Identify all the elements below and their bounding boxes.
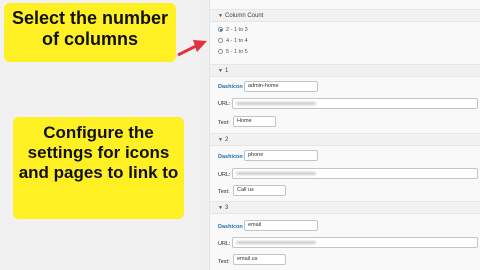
caret-down-icon: ▼ (218, 13, 223, 19)
radio-label-5-columns: 5 - 1 to 5 (226, 49, 248, 55)
dashicon-label: Dashicon (218, 154, 243, 160)
text-input-2[interactable]: Call us (233, 185, 286, 196)
dashicon-label: Dashicon (218, 84, 243, 90)
column-count-title: Column Count (225, 13, 264, 19)
url-input-1[interactable] (232, 98, 478, 109)
text-input-3[interactable]: email us (233, 254, 286, 265)
column-count-header[interactable]: ▼ Column Count (210, 9, 480, 22)
callout-configure-settings: Configure the settings for icons and pag… (13, 117, 184, 219)
dashicon-input-2[interactable]: phone (244, 150, 318, 161)
dashicon-label: Dashicon (218, 224, 243, 230)
item-1-header[interactable]: ▼ 1 (210, 64, 480, 77)
callout-select-columns: Select the number of columns (4, 3, 176, 62)
caret-down-icon: ▼ (218, 205, 223, 211)
url-value-blurred (236, 241, 316, 244)
text-label: Text: (218, 120, 230, 126)
url-value-blurred (236, 102, 316, 105)
url-label: URL: (218, 101, 231, 107)
caret-down-icon: ▼ (218, 137, 223, 143)
radio-label-4-columns: 4 - 1 to 4 (226, 38, 248, 44)
url-label: URL: (218, 241, 231, 247)
radio-4-columns[interactable] (218, 38, 223, 43)
item-2-header[interactable]: ▼ 2 (210, 133, 480, 146)
settings-panel: ▼ Column Count 2 - 1 to 3 4 - 1 to 4 5 -… (209, 0, 480, 270)
item-3-number: 3 (225, 205, 229, 211)
caret-down-icon: ▼ (218, 68, 223, 74)
dashicon-input-3[interactable]: email (244, 220, 318, 231)
item-3-header[interactable]: ▼ 3 (210, 201, 480, 214)
url-input-2[interactable] (232, 168, 478, 179)
radio-5-columns[interactable] (218, 49, 223, 54)
text-label: Text: (218, 189, 230, 195)
url-label: URL: (218, 172, 231, 178)
item-1-number: 1 (225, 68, 229, 74)
radio-label-2-columns: 2 - 1 to 3 (226, 27, 248, 33)
text-label: Text: (218, 259, 230, 265)
text-input-1[interactable]: Home (233, 116, 276, 127)
url-value-blurred (236, 172, 316, 175)
dashicon-input-1[interactable]: admin-home (244, 81, 318, 92)
url-input-3[interactable] (232, 237, 478, 248)
radio-2-columns[interactable] (218, 27, 223, 32)
item-2-number: 2 (225, 137, 229, 143)
